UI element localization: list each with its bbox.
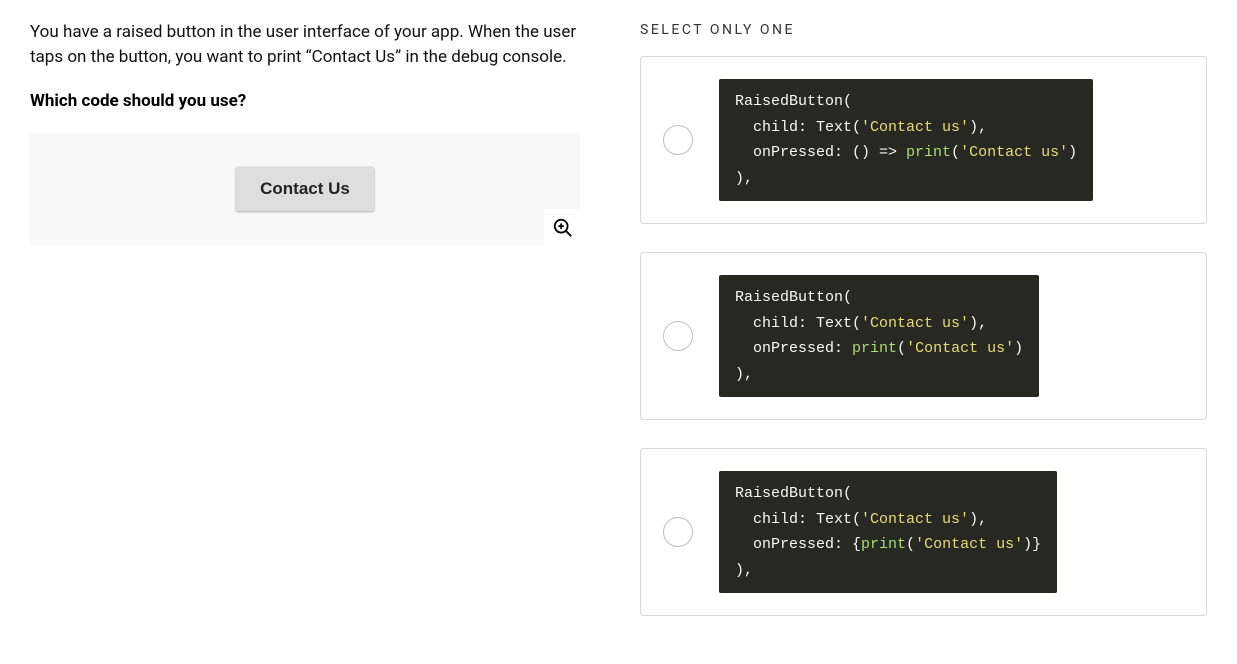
zoom-in-icon[interactable] — [544, 209, 582, 247]
code-snippet: RaisedButton( child: Text('Contact us'),… — [719, 471, 1057, 593]
radio-button[interactable] — [663, 517, 693, 547]
question-preview-image: Contact Us — [30, 133, 580, 245]
preview-raised-button: Contact Us — [236, 167, 374, 211]
question-description: You have a raised button in the user int… — [30, 20, 580, 69]
radio-button[interactable] — [663, 321, 693, 351]
question-column: You have a raised button in the user int… — [30, 20, 580, 644]
question-prompt: Which code should you use? — [30, 91, 580, 111]
answers-instruction: SELECT ONLY ONE — [640, 22, 1207, 38]
answers-column: SELECT ONLY ONE RaisedButton( child: Tex… — [640, 20, 1207, 644]
code-snippet: RaisedButton( child: Text('Contact us'),… — [719, 79, 1093, 201]
code-snippet: RaisedButton( child: Text('Contact us'),… — [719, 275, 1039, 397]
radio-button[interactable] — [663, 125, 693, 155]
answer-option[interactable]: RaisedButton( child: Text('Contact us'),… — [640, 448, 1207, 616]
answer-option[interactable]: RaisedButton( child: Text('Contact us'),… — [640, 252, 1207, 420]
answer-option[interactable]: RaisedButton( child: Text('Contact us'),… — [640, 56, 1207, 224]
